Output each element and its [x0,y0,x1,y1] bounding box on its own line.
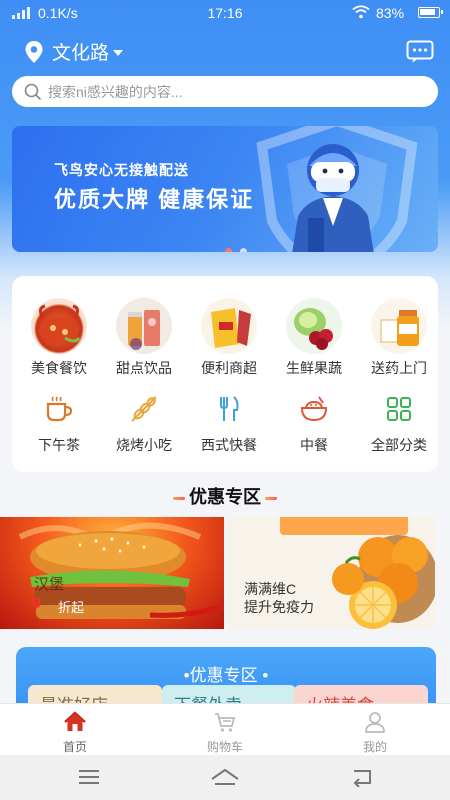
promo-oranges-line1: 满满维C [244,581,297,597]
coffee-cup-icon [46,396,73,422]
status-bar: 0.1K/s 17:16 83% [0,0,450,28]
promo-heading: 优惠专区 [0,483,450,509]
promo-burger-sub: 折起 [58,600,85,615]
category-all[interactable]: 全部分类 [358,394,440,455]
category-label: 全部分类 [371,437,427,453]
snacks-icon [201,298,257,354]
category-drinks[interactable]: 甜点饮品 [103,298,185,378]
search-icon [24,83,42,100]
category-label: 烧烤小吃 [116,437,172,453]
medicine-icon [371,298,427,354]
banner-pagination [225,248,247,252]
category-food[interactable]: 美食餐饮 [18,298,100,378]
rice-bowl-icon [300,396,328,422]
search-input[interactable] [48,83,408,100]
category-label: 西式快餐 [201,437,257,453]
location-label: 文化路 [52,43,110,64]
courier-illustration [292,144,374,252]
tab-home[interactable]: 首页 [25,710,125,755]
tab-label: 我的 [362,740,387,754]
banner-subtitle: 飞鸟安心无接触配送 [54,162,189,178]
back-icon[interactable] [350,767,376,787]
battery-icon [418,7,443,18]
category-western[interactable]: 西式快餐 [188,394,270,455]
heading-decoration [265,496,277,500]
fork-knife-icon [220,396,239,421]
chevron-down-icon [113,49,124,56]
search-bar[interactable] [12,76,438,107]
tab-cart[interactable]: 购物车 [175,710,275,755]
skewer-icon [131,396,157,422]
banner-dot-active[interactable] [225,248,232,252]
banner-title: 优质大牌 健康保证 [54,187,255,212]
home-icon [64,711,86,731]
category-label: 美食餐饮 [31,360,87,376]
promo-burger-card[interactable]: 汉堡 9 折起 [0,517,224,629]
grid-icon [387,397,411,421]
category-chinese[interactable]: 中餐 [273,394,355,455]
bottom-tab-bar: 首页 购物车 我的 [0,703,450,755]
tab-label: 购物车 [206,740,243,754]
cart-icon [215,713,236,732]
wifi-icon [352,5,370,19]
blue-card-title: •优惠专区 • [183,666,269,685]
location-pin-icon [25,40,43,63]
category-fresh[interactable]: 生鲜果蔬 [273,298,355,378]
home-nav-icon[interactable] [210,767,240,787]
location-selector[interactable]: 文化路 [24,38,124,65]
promo-heading-text: 优惠专区 [189,487,261,507]
drinks-icon [116,298,172,354]
promo-oranges-line2: 提升免疫力 [244,599,314,615]
category-card: 美食餐饮 甜点饮品 便利商超 生鲜果蔬 送药上门 下午茶 烧烤小吃 西式快餐 中… [12,276,438,472]
category-label: 便利商超 [201,360,257,376]
category-convenience[interactable]: 便利商超 [188,298,270,378]
promo-oranges-card[interactable]: 满满维C 提升免疫力 [228,517,435,629]
battery-percent: 83% [376,5,405,21]
category-label: 甜点饮品 [116,360,172,376]
category-medicine[interactable]: 送药上门 [358,298,440,378]
system-nav-bar [0,755,450,800]
promo-banner[interactable]: 飞鸟安心无接触配送 优质大牌 健康保证 [12,126,438,252]
chat-bubble-icon[interactable] [406,40,434,64]
profile-icon [365,712,385,733]
menu-icon[interactable] [76,767,102,787]
tab-label: 首页 [62,740,87,754]
category-label: 生鲜果蔬 [286,360,342,376]
category-label: 中餐 [300,437,328,453]
lobster-food-icon [31,298,87,354]
promo-burger-title: 汉堡 [34,576,65,593]
tab-profile[interactable]: 我的 [325,710,425,755]
category-label: 送药上门 [371,360,427,376]
banner-dot[interactable] [240,248,247,252]
vegetables-icon [286,298,342,354]
category-bbq[interactable]: 烧烤小吃 [103,394,185,455]
heading-decoration [173,496,185,500]
category-label: 下午茶 [38,437,80,453]
category-afternoon-tea[interactable]: 下午茶 [18,394,100,455]
promo-burger-badge: 9 [32,595,41,612]
blue-promo-card: •优惠专区 • 最准好店 下餐外卖 火辣美食 [16,647,436,707]
